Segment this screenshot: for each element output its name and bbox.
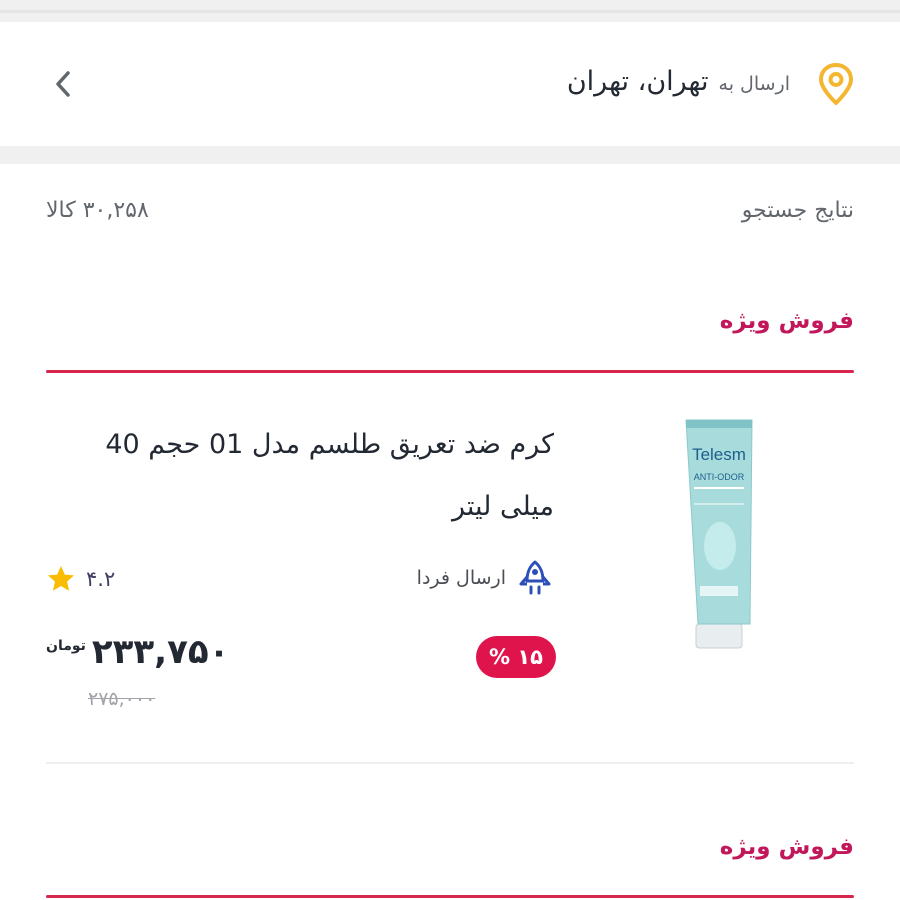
results-label: نتایج جستجو — [741, 198, 854, 223]
send-city: تهران، تهران — [566, 66, 709, 97]
chevron-left-icon[interactable] — [46, 64, 82, 104]
section-underline-2 — [46, 895, 854, 898]
section-title-special-sale-2: فروش ویژه — [719, 834, 854, 860]
product-image-brand: Telesm — [692, 445, 746, 464]
rating-value: ۴.۲ — [86, 567, 116, 591]
rocket-icon — [519, 560, 551, 595]
product-image[interactable]: Telesm ANTI-ODOR — [672, 416, 766, 650]
discount-badge: ۱۵ % — [476, 636, 556, 678]
star-icon — [48, 566, 74, 591]
price-value: ۲۳۳,۷۵۰ — [91, 632, 230, 672]
section-underline — [46, 370, 854, 373]
currency: تومان — [46, 638, 86, 654]
old-price: ۲۷۵,۰۰۰ — [88, 688, 156, 710]
send-prefix: ارسال به — [718, 73, 790, 95]
delivery-address[interactable]: ارسال به تهران، تهران — [567, 66, 790, 106]
item-divider — [46, 762, 854, 764]
results-count: ۳۰,۲۵۸ کالا — [46, 198, 149, 223]
product-image-subtitle: ANTI-ODOR — [694, 472, 745, 482]
price: تومان ۲۳۳,۷۵۰ — [46, 632, 229, 672]
rating: ۴.۲ — [46, 562, 115, 596]
delivery-text: ارسال فردا — [416, 567, 506, 589]
delivery-info: ارسال فردا — [417, 560, 554, 596]
section-title-special-sale: فروش ویژه — [719, 308, 854, 334]
section-separator-band — [0, 146, 900, 164]
location-pin-icon[interactable] — [816, 62, 856, 106]
top-divider — [0, 10, 900, 13]
product-title[interactable]: کرم ضد تعریق طلسم مدل 01 حجم 40 میلی لیت… — [74, 414, 554, 538]
